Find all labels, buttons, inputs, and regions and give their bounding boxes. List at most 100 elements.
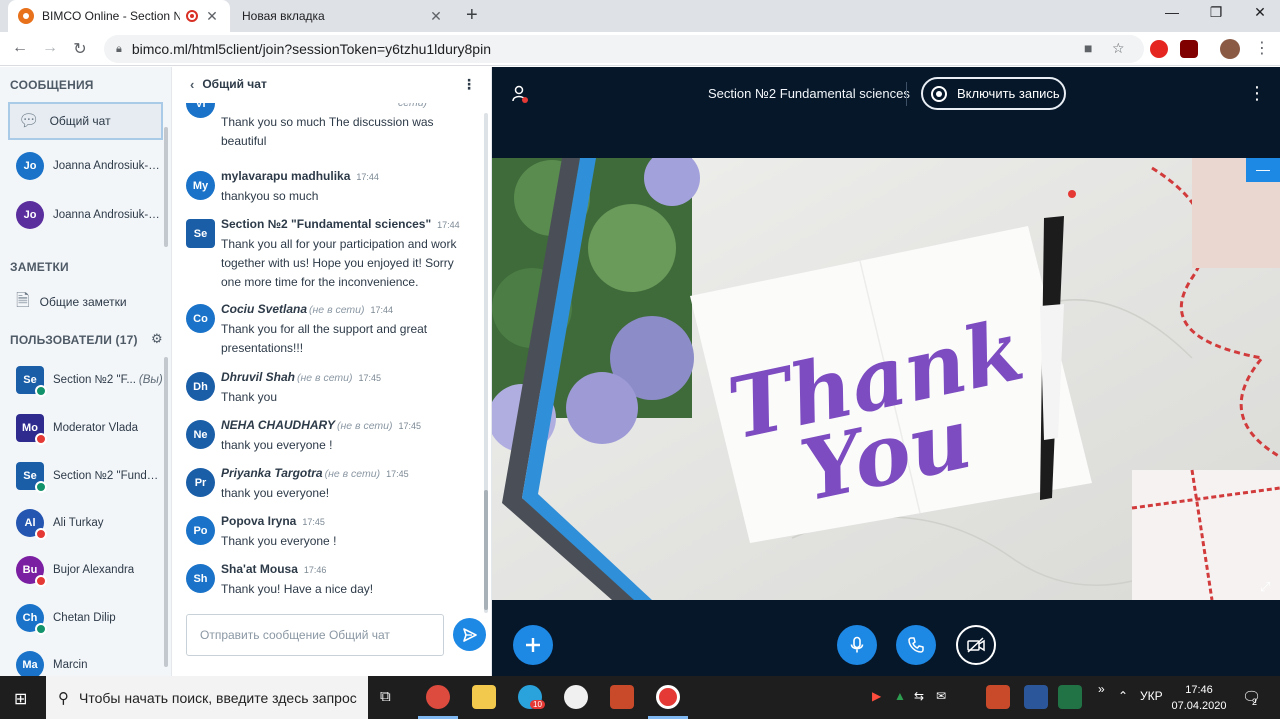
offline-label: (не в сети): [309, 304, 365, 316]
chat-options-icon[interactable]: ⋮: [462, 76, 476, 93]
sidebar-item-private-chat[interactable]: Jo Joanna Androsiuk-P...: [16, 197, 166, 233]
show-hidden-icons[interactable]: ⌃: [1118, 689, 1128, 703]
sidebar-item-shared-notes[interactable]: 🗎︎ Общие заметки: [8, 283, 163, 321]
avatar: My: [186, 171, 215, 200]
task-view-icon[interactable]: ⧉: [380, 688, 391, 705]
start-recording-button[interactable]: Включить запись: [921, 77, 1066, 110]
input-language[interactable]: УКР: [1140, 689, 1163, 703]
camera-in-use-icon[interactable]: ■: [1084, 40, 1092, 56]
system-clock[interactable]: 17:46 07.04.2020: [1168, 682, 1230, 714]
forward-arrow-icon[interactable]: →: [40, 39, 60, 57]
tab-bimco[interactable]: BIMCO Online - Section №2 Fundamental sc…: [8, 0, 230, 32]
user-name: Marcin: [53, 659, 88, 671]
network-share-tray-icon[interactable]: ⇆: [914, 689, 924, 703]
browser-menu-icon[interactable]: ⋮: [1254, 38, 1270, 58]
file-explorer-icon[interactable]: [472, 685, 496, 709]
offline-label: сети): [398, 103, 428, 109]
message-text: Thank you: [221, 390, 278, 404]
muted-mic-icon: [35, 575, 47, 587]
sidebar-item-public-chat[interactable]: 💬︎ Общий чат: [8, 102, 163, 140]
restore-window-button[interactable]: ❐: [1204, 4, 1228, 21]
word-icon[interactable]: [1024, 685, 1048, 709]
bigbluebutton-favicon-icon: [18, 8, 34, 24]
options-menu-icon[interactable]: ⋮: [1248, 83, 1266, 104]
sender-name: Section №2 "Fundamental sciences": [221, 217, 432, 231]
youtube-tray-icon[interactable]: ▶: [872, 689, 881, 703]
minimize-window-button[interactable]: —: [1160, 4, 1184, 20]
reload-icon[interactable]: ↻: [70, 39, 90, 59]
message-sender: Cociu Svetlana (не в сети) 17:44: [221, 302, 393, 316]
clock-time: 17:46: [1185, 684, 1213, 696]
address-bar[interactable]: 🔒︎ bimco.ml/html5client/join?sessionToke…: [104, 35, 1144, 63]
mail-tray-icon[interactable]: ✉: [936, 689, 946, 703]
chat-title: Общий чат: [202, 77, 267, 91]
back-arrow-icon[interactable]: ←: [10, 39, 30, 57]
webcam-toggle-button[interactable]: [956, 625, 996, 665]
tab-new[interactable]: Новая вкладка ✕: [232, 0, 454, 32]
close-window-button[interactable]: ✕: [1248, 4, 1272, 21]
powerpoint-taskbar-icon[interactable]: [986, 685, 1010, 709]
phone-icon: [908, 637, 924, 653]
taskbar-search[interactable]: ⚲ Чтобы начать поиск, введите здесь запр…: [46, 676, 368, 719]
browser-tab-bar: BIMCO Online - Section №2 Fundamental sc…: [0, 0, 1280, 32]
bookmark-star-icon[interactable]: ☆: [1112, 40, 1125, 57]
avatar-initials: Mo: [22, 422, 38, 434]
chrome-icon[interactable]: [426, 685, 450, 709]
ublock-extension-icon[interactable]: [1180, 40, 1198, 58]
users-scrollbar[interactable]: [164, 357, 168, 667]
send-button[interactable]: [453, 618, 486, 651]
avatar: Se: [16, 462, 47, 493]
opera-extension-icon[interactable]: [1150, 40, 1168, 58]
sidebar-item-label: Joanna Androsiuk-P...: [53, 160, 161, 172]
user-list-item[interactable]: Ma Marcin: [16, 647, 166, 676]
microphone-button[interactable]: [837, 625, 877, 665]
audio-phone-button[interactable]: [896, 625, 936, 665]
screen-recorder-icon[interactable]: [656, 685, 680, 709]
message-sender: сети): [396, 103, 427, 109]
message-text: thank you everyone !: [221, 438, 333, 452]
chevron-left-icon[interactable]: ‹: [190, 77, 194, 92]
google-drive-tray-icon[interactable]: ▲: [894, 689, 906, 703]
message-text: Thank you everyone !: [221, 534, 337, 548]
excel-icon[interactable]: [1058, 685, 1082, 709]
fullscreen-icon[interactable]: ⤢: [1260, 579, 1270, 595]
user-list-item[interactable]: Se Section №2 "F... (Вы): [16, 362, 166, 398]
camera-off-icon: [967, 637, 985, 653]
close-tab-icon[interactable]: ✕: [428, 8, 444, 25]
avatar: Ne: [186, 420, 215, 449]
user-status-icon[interactable]: [512, 85, 528, 103]
avatar: Jo: [16, 201, 44, 229]
avatar-initials: Ma: [22, 659, 38, 671]
avatar: Pr: [186, 468, 215, 497]
message-sender: Section №2 "Fundamental sciences" 17:44: [221, 217, 460, 231]
user-list-item[interactable]: Ch Chetan Dilip: [16, 600, 166, 636]
avatar: Vi: [186, 103, 215, 118]
new-tab-button[interactable]: +: [466, 4, 478, 27]
close-tab-icon[interactable]: ✕: [204, 8, 220, 25]
meeting-title: Section №2 Fundamental sciences: [708, 86, 910, 101]
powerpoint-icon[interactable]: [610, 685, 634, 709]
windows-start-icon[interactable]: ⊞: [14, 689, 27, 709]
message-time: 17:45: [358, 373, 382, 383]
more-apps-chevron-icon[interactable]: »: [1098, 682, 1105, 696]
sidebar-item-private-chat[interactable]: Jo Joanna Androsiuk-P...: [16, 148, 166, 184]
chats-scrollbar[interactable]: [164, 127, 168, 247]
sender-name: mylavarapu madhulika: [221, 169, 351, 183]
minimize-presentation-button[interactable]: —: [1246, 158, 1280, 182]
user-list-item[interactable]: Se Section №2 "Funda...: [16, 458, 166, 494]
user-list-item[interactable]: Mo Moderator Vlada: [16, 410, 166, 446]
chat-scrollbar-thumb[interactable]: [484, 490, 488, 610]
chat-header[interactable]: ‹ Общий чат ⋮: [172, 67, 492, 101]
tab-title: Новая вкладка: [242, 9, 325, 23]
message-input[interactable]: Отправить сообщение Общий чат: [186, 614, 444, 656]
user-list-item[interactable]: Al Ali Turkay: [16, 505, 166, 541]
clock-date: 07.04.2020: [1171, 700, 1227, 712]
chat-bubbles-icon: 💬︎: [18, 111, 40, 130]
user-name: Chetan Dilip: [53, 612, 116, 624]
itunes-icon[interactable]: [564, 685, 588, 709]
message-text: thank you everyone!: [221, 486, 330, 500]
users-settings-gear-icon[interactable]: ⚙: [151, 331, 163, 347]
actions-plus-button[interactable]: [513, 625, 553, 665]
profile-avatar[interactable]: [1220, 39, 1240, 59]
user-list-item[interactable]: Bu Bujor Alexandra: [16, 552, 166, 588]
